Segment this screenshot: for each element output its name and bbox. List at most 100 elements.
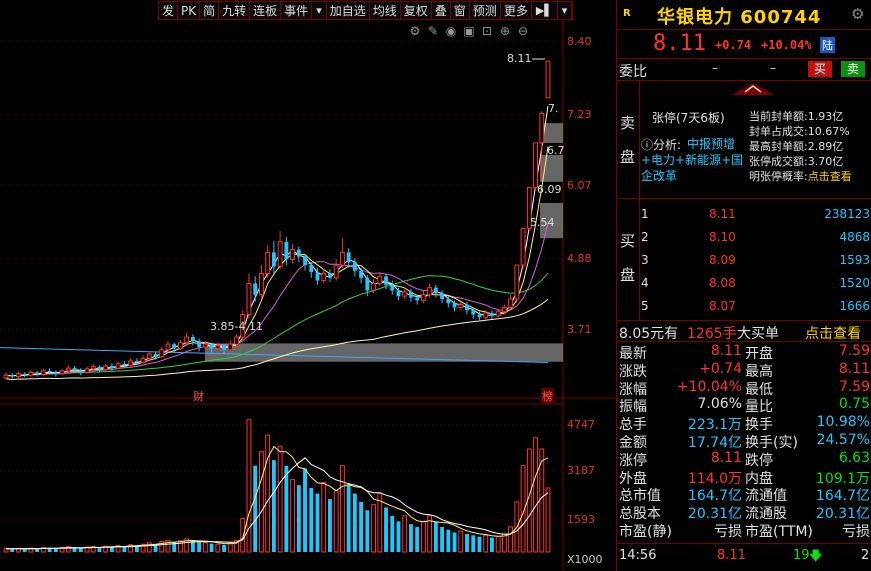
finance-marker[interactable]: 财 [193, 388, 204, 404]
metric-label: 当前封单额 [749, 110, 804, 123]
price-axis-label: 4.88 [567, 252, 592, 265]
trade-detail-link[interactable]: 点击查看 [805, 323, 861, 343]
buy-order-row[interactable]: 5 8.07 1666 [639, 297, 871, 319]
candle-body [465, 304, 469, 311]
order-price: 8.07 [709, 299, 736, 313]
candle-body [35, 372, 40, 375]
volume-bar [384, 507, 388, 552]
price-change: +0.74 [715, 38, 752, 52]
pen-icon[interactable]: ✎ [426, 24, 440, 38]
toolbar-button[interactable]: 连板 [250, 2, 282, 19]
metric-label: 明张停概率 [749, 170, 804, 183]
buy-order-row[interactable]: 3 8.09 1593 [639, 251, 871, 273]
minus-icon[interactable]: ⊖ [516, 24, 530, 38]
volume-bar [222, 544, 226, 552]
candle-body [258, 273, 264, 296]
analysis-text[interactable]: 中报预增+电力+新能源+国企改革 [641, 136, 745, 184]
eye-icon[interactable]: ◉ [444, 24, 458, 38]
order-ratio-value: – [712, 61, 718, 75]
buy-order-row[interactable]: 4 8.08 1520 [639, 274, 871, 296]
buy-order-row[interactable]: 2 8.10 4868 [639, 228, 871, 250]
candle-body [10, 375, 15, 377]
price-axis-label: 6.07 [567, 179, 592, 192]
tick-price: 8.11 [717, 548, 746, 563]
candle-body [40, 370, 46, 375]
volume-bar [296, 485, 301, 552]
sell-button[interactable]: 卖 [841, 61, 865, 77]
metric-label: 张停成交额 [749, 155, 804, 168]
stats-row: 总市值 164.7亿 流通值 164.7亿 [617, 485, 871, 504]
toolbar-button[interactable]: ▾ [557, 2, 573, 19]
candle-body [172, 344, 177, 349]
toolbar-button[interactable]: 预测 [469, 2, 501, 19]
volume-axis-label: 4747 [567, 418, 595, 431]
toolbar-button[interactable]: 复权 [400, 2, 432, 19]
toolbar-button[interactable]: 窗 [450, 2, 470, 19]
candle-body [501, 306, 507, 313]
candle-body [78, 370, 83, 373]
volume-bar [277, 445, 283, 553]
trade-price: 8.05元有 [619, 326, 679, 342]
order-price: 8.10 [709, 230, 736, 244]
toolbar-button[interactable]: 更多 [500, 2, 532, 19]
lock-icon[interactable]: ⊡ [480, 24, 494, 38]
candle-body [433, 287, 438, 294]
candle-body [209, 344, 214, 349]
toolbar-button[interactable]: ▶▌ [531, 2, 558, 19]
volume-bar [265, 434, 271, 553]
buy-button[interactable]: 买 [808, 61, 832, 77]
order-ratio-row: 委比 – – 买 卖 [617, 58, 871, 80]
candle-body [146, 353, 152, 359]
metric-value: 1.93亿 [807, 110, 844, 123]
plus-icon[interactable]: ⊕ [498, 24, 512, 38]
volume-unit-label: X1000 [567, 553, 603, 566]
ranking-marker[interactable]: 榜 [541, 388, 554, 404]
stat-value: 6.63 [838, 449, 870, 466]
candle-body [471, 310, 476, 315]
stock-header: R 华银电力 600744 ⚙ [617, 0, 871, 30]
volume-bar [458, 530, 464, 553]
toolbar-button[interactable]: 简 [200, 2, 220, 19]
toolbar-button[interactable]: 叠 [431, 2, 451, 19]
metric-value[interactable]: 点击查看 [808, 170, 852, 183]
toolbar-button[interactable]: ▾ [312, 2, 327, 19]
kline-chart[interactable]: 发 PK 简九转 连板 事件 ▾ 加自选 均线 复权叠窗预测 更多 ▶▌ ▾ ⚙ ✎ ◉ ▣ ⊡ ⊕ … [0, 0, 616, 571]
collapse-arrow-icon[interactable] [732, 81, 774, 95]
camera-icon[interactable]: ▣ [462, 24, 476, 38]
candle-body [103, 365, 109, 371]
settings-icon[interactable]: ⚙ [408, 24, 422, 38]
toolbar-button[interactable]: 加自选 [326, 2, 370, 19]
volume-bar [420, 520, 426, 553]
candle-body [215, 345, 221, 349]
candle-body [184, 336, 190, 344]
toolbar-button[interactable]: 事件 [281, 2, 313, 19]
chart-canvas[interactable] [0, 0, 616, 571]
toolbar-button[interactable]: 发 [159, 2, 179, 19]
volume-bar [352, 493, 357, 552]
volume-bar [197, 542, 202, 552]
volume-bar [396, 521, 401, 552]
stat-value: 7.59 [838, 343, 870, 359]
candle-body [359, 270, 364, 278]
candle-body [65, 367, 71, 372]
stock-title[interactable]: 华银电力 600744 [657, 3, 821, 29]
candle-body [222, 345, 226, 350]
candle-body [22, 373, 27, 376]
toolbar-button[interactable]: 九转 [219, 2, 251, 19]
candle-body [153, 354, 158, 357]
candle-body [545, 60, 551, 99]
volume-bar [471, 535, 476, 552]
toolbar-button[interactable]: PK [178, 2, 201, 19]
limit-metric-row[interactable]: 明张停概率:点击查看 [749, 168, 871, 183]
buy-side-label: 买 [620, 232, 636, 250]
volume-bar [240, 518, 246, 553]
metric-value: 3.70亿 [807, 155, 844, 168]
stats-row: 振幅 7.06% 量比 0.75 [617, 396, 871, 415]
buy-order-row[interactable]: 1 8.11 238123 [639, 205, 871, 227]
candle-body [533, 142, 538, 188]
candle-body [328, 273, 332, 278]
toolbar-button[interactable]: 均线 [369, 2, 401, 19]
ma-line-3 [5, 105, 549, 377]
gear-icon[interactable]: ⚙ [851, 5, 864, 23]
volume-bar [377, 493, 383, 553]
